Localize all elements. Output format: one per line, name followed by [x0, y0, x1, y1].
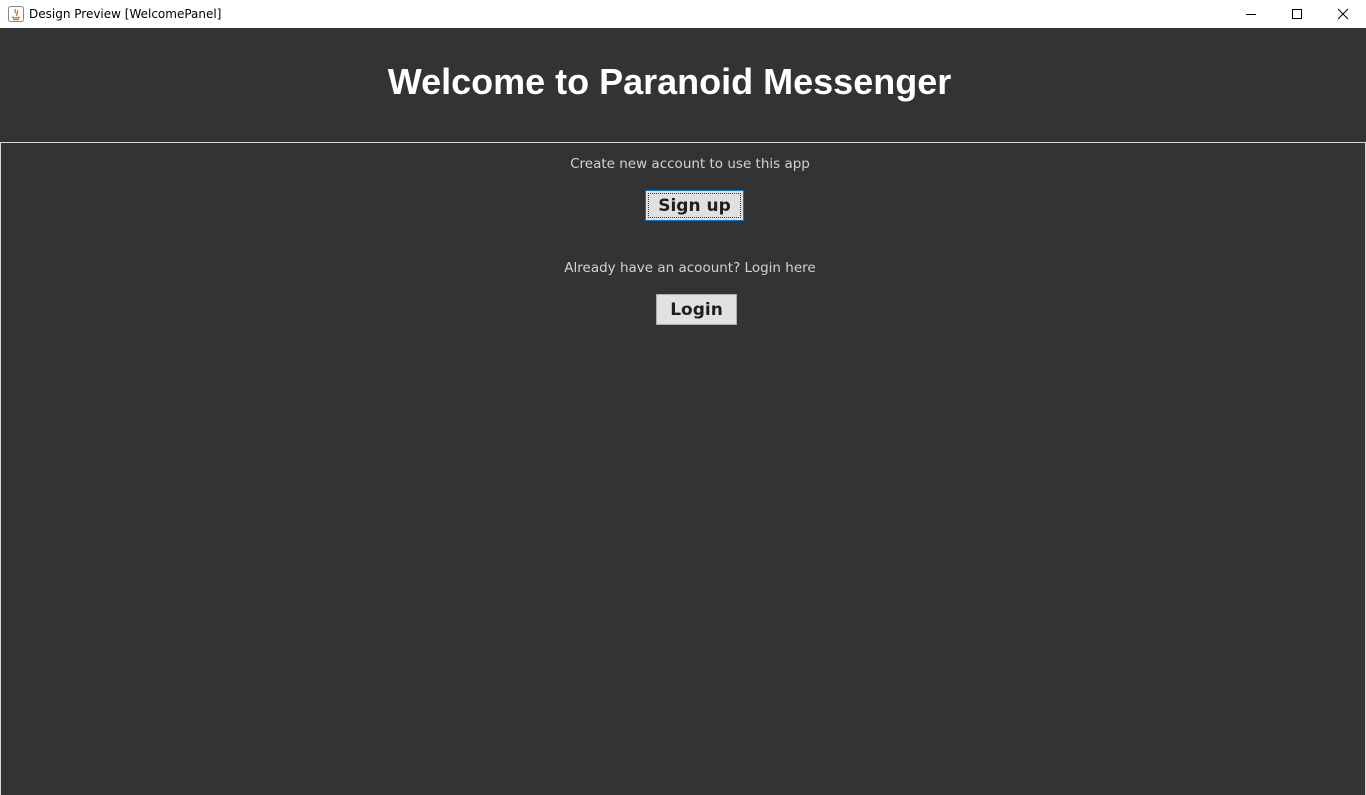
java-icon — [8, 6, 24, 22]
minimize-button[interactable] — [1228, 0, 1274, 28]
page-title: Welcome to Paranoid Messenger — [387, 61, 952, 102]
signup-button[interactable]: Sign up — [645, 190, 744, 221]
login-button-label: Login — [670, 299, 723, 320]
header-panel: Welcome to Paranoid Messenger — [0, 28, 1366, 142]
login-prompt: Already have an acoount? Login here — [564, 260, 816, 276]
welcome-panel: Create new account to use this app Sign … — [0, 142, 1366, 795]
signup-prompt: Create new account to use this app — [570, 156, 810, 172]
maximize-button[interactable] — [1274, 0, 1320, 28]
login-button[interactable]: Login — [656, 294, 737, 325]
title-bar[interactable]: Design Preview [WelcomePanel] — [0, 0, 1366, 28]
close-icon — [1337, 8, 1349, 20]
window-title: Design Preview [WelcomePanel] — [29, 7, 222, 21]
maximize-icon — [1292, 9, 1302, 19]
signup-button-label: Sign up — [658, 195, 731, 216]
app-window: Design Preview [WelcomePanel] Welcome to… — [0, 0, 1366, 795]
close-button[interactable] — [1320, 0, 1366, 28]
minimize-icon — [1246, 14, 1256, 15]
